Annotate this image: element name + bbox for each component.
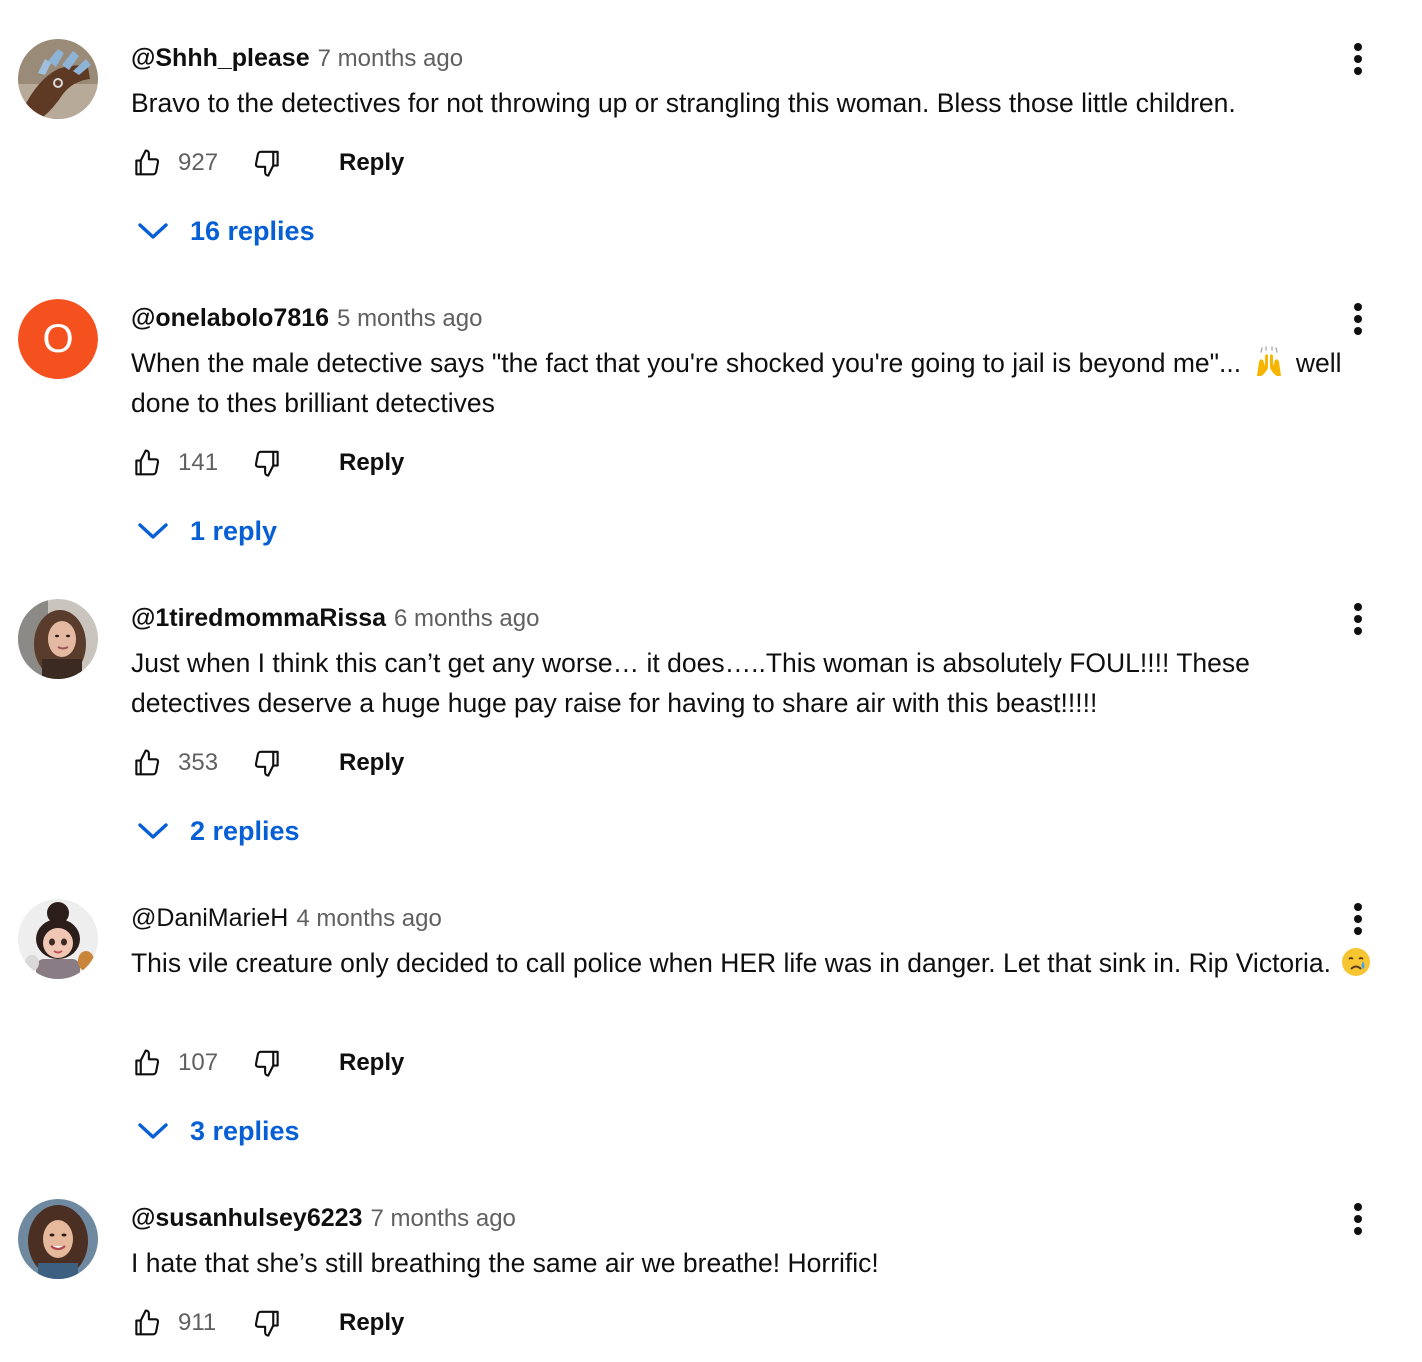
comment-header: @Shhh_please 7 months ago (131, 41, 463, 75)
like-count: 927 (178, 149, 219, 176)
replies-count-label: 3 replies (190, 1116, 300, 1146)
dislike-button[interactable] (249, 143, 285, 183)
dislike-button[interactable] (249, 443, 285, 483)
avatar[interactable]: O (18, 299, 98, 379)
like-button[interactable] (129, 1043, 165, 1083)
more-vert-icon (1354, 603, 1362, 635)
thumbs-down-icon (254, 1050, 279, 1077)
thumbs-up-icon (135, 149, 160, 176)
comment-header: @onelabolo7816 5 months ago (131, 301, 482, 335)
comment-header: @1tiredmommaRissa 6 months ago (131, 601, 539, 635)
view-replies-button[interactable]: 3 replies (136, 1109, 300, 1153)
view-replies-button[interactable]: 2 replies (136, 809, 300, 853)
comment-actions: 353 Reply (129, 743, 529, 783)
comment-text: Just when I think this can’t get any wor… (131, 648, 1250, 718)
chevron-down-icon (138, 223, 168, 239)
comment-text: When the male detective says "the fact t… (131, 343, 1401, 423)
comment-text: I hate that she’s still breathing the sa… (131, 1248, 879, 1278)
thumbs-up-icon (135, 449, 160, 476)
like-count: 107 (178, 1049, 219, 1076)
thumbs-down-icon (254, 450, 279, 477)
thumbs-up-icon (135, 749, 160, 776)
replies-count-label: 16 replies (190, 216, 315, 246)
thumbs-down-icon (254, 1310, 279, 1337)
comment-header: @DaniMarieH 4 months ago (131, 901, 442, 935)
reply-button[interactable]: Reply (339, 143, 404, 183)
more-vert-icon (1354, 1203, 1362, 1235)
chevron-down-icon (138, 823, 168, 839)
like-button[interactable] (129, 1303, 165, 1343)
dislike-button[interactable] (249, 1043, 285, 1083)
comment-text: This vile creature only decided to call … (131, 943, 1401, 983)
like-count: 353 (178, 749, 219, 776)
avatar[interactable] (18, 899, 98, 979)
reply-button[interactable]: Reply (339, 1303, 404, 1343)
comment-time[interactable]: 7 months ago (370, 1205, 515, 1232)
comment-header: @susanhulsey6223 7 months ago (131, 1201, 516, 1235)
thumbs-up-icon (135, 1049, 160, 1076)
comment-actions: 911 Reply (129, 1303, 529, 1343)
reply-button[interactable]: Reply (339, 1043, 404, 1083)
avatar[interactable] (18, 39, 98, 119)
comment-text-part: When the male detective says "the fact t… (131, 348, 1242, 378)
comment-menu-button[interactable] (1338, 599, 1378, 639)
author-name[interactable]: @onelabolo7816 (131, 304, 329, 332)
view-replies-button[interactable]: 1 reply (136, 509, 277, 553)
author-name[interactable]: @Shhh_please (131, 44, 310, 72)
reply-button[interactable]: Reply (339, 443, 404, 483)
comment-time[interactable]: 5 months ago (337, 305, 482, 332)
dislike-button[interactable] (249, 743, 285, 783)
crying-face-emoji (1342, 948, 1371, 976)
raising-hands-emoji (1256, 346, 1281, 376)
comment-text: Bravo to the detectives for not throwing… (131, 88, 1236, 118)
more-vert-icon (1354, 303, 1362, 335)
comment-time[interactable]: 6 months ago (394, 605, 539, 632)
avatar-letter: O (18, 299, 98, 379)
replies-count-label: 1 reply (190, 516, 278, 546)
author-name[interactable]: @1tiredmommaRissa (131, 604, 386, 632)
like-button[interactable] (129, 743, 165, 783)
replies-count-label: 2 replies (190, 816, 300, 846)
comments-section: @Shhh_please 7 months ago Bravo to the de… (0, 0, 1422, 1362)
comment-menu-button[interactable] (1338, 299, 1378, 339)
thumbs-down-icon (254, 150, 279, 177)
like-button[interactable] (129, 143, 165, 183)
avatar[interactable] (18, 599, 98, 679)
comment-actions: 141 Reply (129, 443, 529, 483)
comment-time[interactable]: 4 months ago (296, 905, 441, 932)
more-vert-icon (1354, 903, 1362, 935)
like-count: 911 (178, 1309, 217, 1336)
comment-text-part: This vile creature only decided to call … (131, 948, 1331, 978)
like-count: 141 (178, 449, 219, 476)
comment-actions: 927 Reply (129, 143, 529, 183)
view-replies-button[interactable]: 16 replies (136, 209, 315, 253)
comment-time[interactable]: 7 months ago (318, 45, 463, 72)
comment-menu-button[interactable] (1338, 1199, 1378, 1239)
dislike-button[interactable] (249, 1303, 285, 1343)
thumbs-up-icon (135, 1309, 160, 1336)
like-button[interactable] (129, 443, 165, 483)
author-name[interactable]: @DaniMarieH (131, 904, 288, 932)
chevron-down-icon (138, 523, 168, 539)
comment-menu-button[interactable] (1338, 39, 1378, 79)
chevron-down-icon (138, 1123, 168, 1139)
comment-actions: 107 Reply (129, 1043, 529, 1083)
reply-button[interactable]: Reply (339, 743, 404, 783)
comment-menu-button[interactable] (1338, 899, 1378, 939)
author-name[interactable]: @susanhulsey6223 (131, 1204, 362, 1232)
avatar[interactable] (18, 1199, 98, 1279)
thumbs-down-icon (254, 750, 279, 777)
more-vert-icon (1354, 43, 1362, 75)
